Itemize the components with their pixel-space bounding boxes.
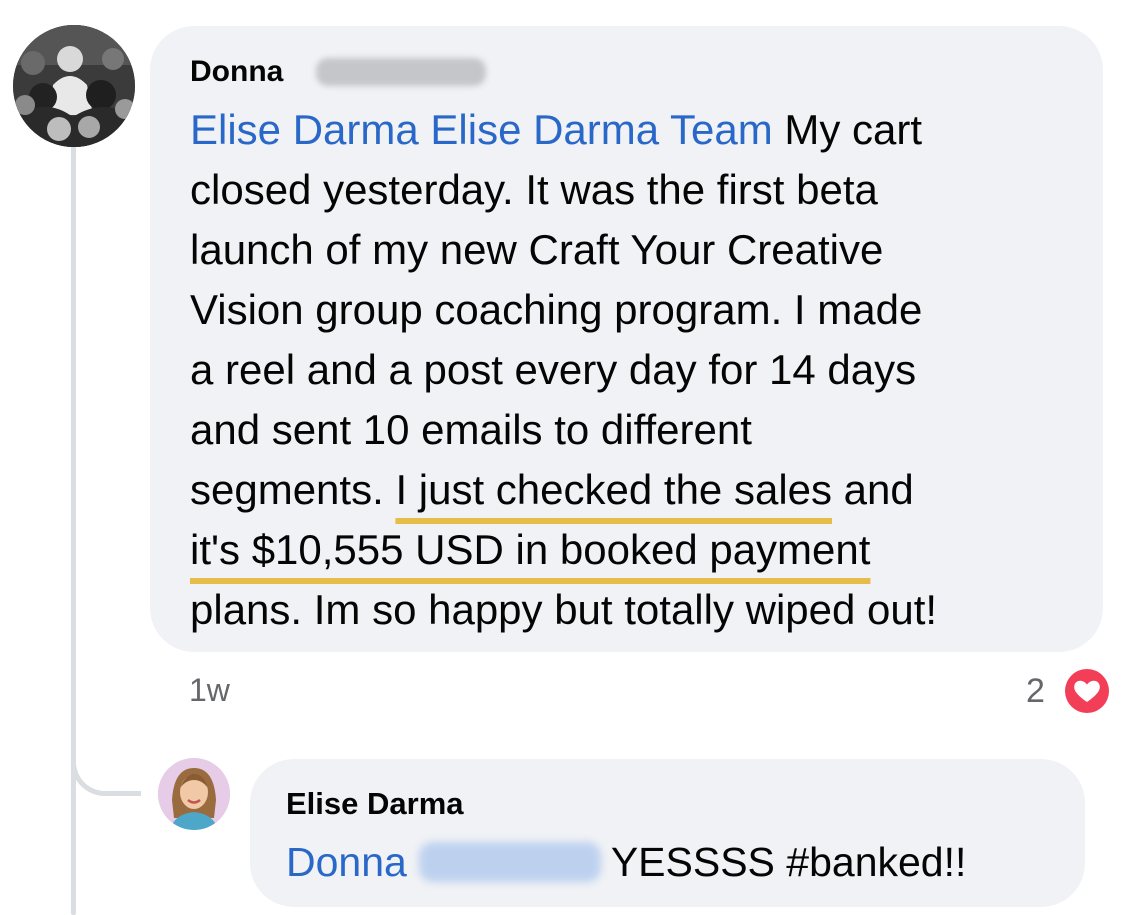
comment-body: Elise Darma Elise Darma Team My cart clo… — [190, 100, 1090, 640]
comment-thread: Donna Elise Darma Elise Darma Team My ca… — [0, 0, 1132, 915]
highlighted-text: I just checked the sales — [395, 466, 833, 513]
mention-link[interactable]: Elise Darma Elise Darma Team — [190, 106, 773, 153]
reply-text: YESSSS #banked!! — [610, 839, 967, 885]
comment-text: My cart — [772, 106, 923, 153]
avatar[interactable] — [13, 25, 135, 147]
comment-line: plans. Im so happy but totally wiped out… — [190, 586, 938, 633]
reply-author-name[interactable]: Elise Darma — [286, 784, 464, 824]
group-photo-icon — [13, 25, 135, 147]
comment-line: it's $10,555 USD in booked payment — [190, 520, 1090, 580]
comment-line: a reel and a post every day for 14 days — [190, 346, 917, 393]
comment-author-name[interactable]: Donna — [190, 52, 283, 92]
profile-photo-icon — [158, 758, 230, 830]
heart-reaction-icon — [1065, 669, 1109, 713]
comment-text: segments. — [190, 466, 396, 513]
comment-line: Elise Darma Elise Darma Team My cart — [190, 100, 1090, 160]
comment-line: launch of my new Craft Your Creative — [190, 226, 884, 273]
heart-icon[interactable] — [1062, 666, 1112, 716]
comment-line: Vision group coaching program. I made — [190, 286, 923, 333]
comment-text: and — [832, 466, 914, 513]
mention-link[interactable]: Donna — [286, 839, 407, 885]
comment-line: segments. I just checked the sales and — [190, 460, 1090, 520]
reply-body: Donna YESSSS #banked!! — [286, 834, 966, 890]
reaction-count[interactable]: 2 — [1026, 671, 1045, 711]
comment-line: and sent 10 emails to different — [190, 406, 752, 453]
reply-avatar[interactable] — [158, 758, 230, 830]
thread-reply-connector — [71, 730, 141, 796]
highlighted-text: it's $10,555 USD in booked payment — [190, 526, 871, 573]
thread-connector-line — [71, 146, 76, 915]
redacted-surname — [418, 842, 601, 882]
comment-timestamp[interactable]: 1w — [189, 670, 230, 710]
comment-line: closed yesterday. It was the first beta — [190, 166, 878, 213]
redacted-surname — [316, 58, 486, 86]
